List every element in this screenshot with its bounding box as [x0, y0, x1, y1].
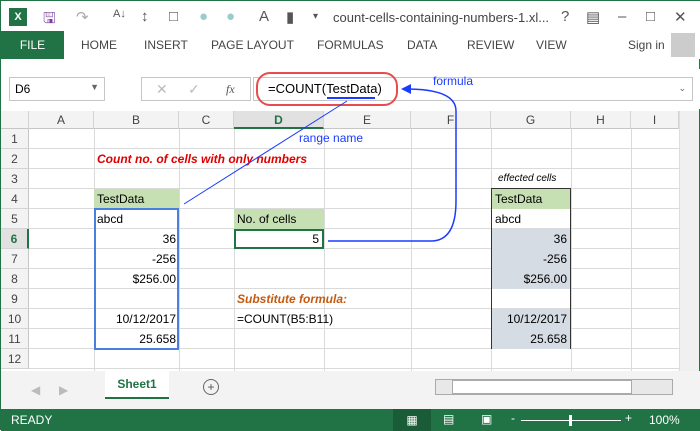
- add-sheet-icon[interactable]: +: [203, 379, 219, 395]
- zoom-slider[interactable]: [521, 415, 621, 426]
- zoom-out-button[interactable]: -: [511, 411, 515, 425]
- zoom-level[interactable]: 100%: [649, 413, 680, 427]
- normal-view-icon[interactable]: ▦: [393, 409, 431, 431]
- horizontal-scrollbar[interactable]: [435, 379, 673, 395]
- sheet-tabs-bar: ◀ ▶ Sheet1 +: [1, 371, 700, 409]
- annotation-arrows: [183, 84, 457, 242]
- status-bar: READY ▦ ▤ ▣ - + 100%: [1, 409, 700, 431]
- page-break-view-icon[interactable]: ▣: [481, 412, 492, 426]
- page-layout-view-icon[interactable]: ▤: [443, 412, 454, 426]
- range-name-arrow: [183, 100, 348, 205]
- sheet-tab-label: Sheet1: [117, 377, 157, 391]
- scroll-right-icon[interactable]: ▶: [59, 383, 68, 397]
- formula-arrow: [328, 88, 457, 242]
- zoom-in-button[interactable]: +: [625, 411, 632, 425]
- sheet-tab-sheet1[interactable]: Sheet1: [105, 371, 169, 399]
- status-ready: READY: [11, 413, 53, 427]
- scroll-left-icon[interactable]: ◀: [31, 383, 40, 397]
- vertical-scrollbar[interactable]: [679, 111, 699, 371]
